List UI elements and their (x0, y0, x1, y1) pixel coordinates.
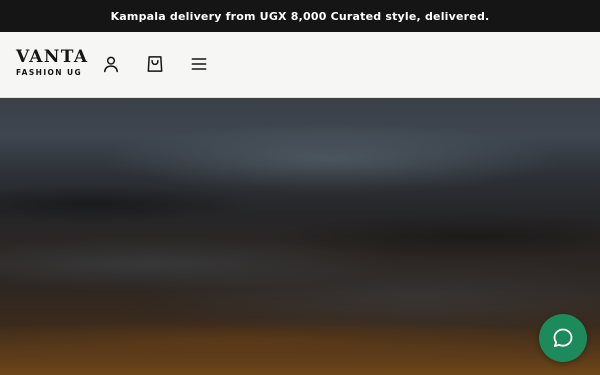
hero-banner-image (0, 98, 600, 375)
shopping-bag-icon (147, 56, 163, 72)
announcement-text: Kampala delivery from UGX 8,000 Curated … (110, 9, 490, 23)
logo-name: VANTA (16, 47, 89, 67)
user-icon (104, 56, 118, 73)
cart-button[interactable] (143, 52, 167, 76)
chat-bubble-icon (553, 328, 573, 348)
chat-button[interactable] (539, 314, 587, 362)
announcement-bar: Kampala delivery from UGX 8,000 Curated … (0, 0, 600, 32)
site-header: VANTA FASHION UG (0, 32, 600, 98)
logo[interactable]: VANTA FASHION UG (16, 47, 89, 77)
menu-button[interactable] (187, 52, 211, 76)
hamburger-menu-icon (191, 58, 207, 70)
logo-tagline: FASHION UG (16, 68, 83, 77)
account-button[interactable] (99, 52, 123, 76)
